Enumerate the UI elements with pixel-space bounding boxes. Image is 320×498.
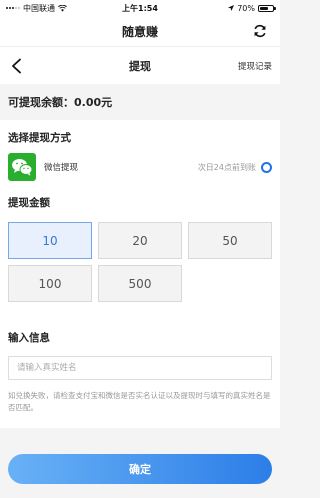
- page-title: 提现: [129, 59, 151, 73]
- battery-icon: [258, 4, 276, 12]
- wechat-method-label: 微信提现: [44, 163, 79, 173]
- amount-option[interactable]: 50: [188, 222, 272, 259]
- withdraw-form: 选择提现方式 微信提现 次日24点前到账 提现金额 10 20 50 100 5…: [0, 120, 280, 428]
- status-time: 上午1:54: [122, 3, 158, 13]
- wechat-method-option[interactable]: 微信提现 次日24点前到账: [8, 145, 272, 189]
- app-header: 随意赚: [0, 16, 280, 46]
- confirm-button[interactable]: 确定: [8, 454, 272, 484]
- arrival-note: 次日24点前到账: [197, 162, 256, 172]
- refresh-icon[interactable]: [252, 23, 268, 39]
- real-name-input[interactable]: [8, 356, 272, 380]
- amount-option[interactable]: 10: [8, 222, 92, 259]
- withdraw-records-link[interactable]: 提现记录: [238, 60, 272, 72]
- back-arrow-icon[interactable]: [10, 58, 24, 74]
- method-radio[interactable]: [261, 161, 272, 173]
- battery-fill: [260, 6, 269, 10]
- amount-option[interactable]: 100: [8, 265, 92, 302]
- amount-option[interactable]: 500: [98, 265, 182, 302]
- wechat-icon: [8, 153, 36, 181]
- method-title: 选择提现方式: [8, 132, 71, 144]
- status-bar: 中国联通 上午1:54 70%: [0, 0, 280, 16]
- amount-title: 提现金额: [8, 197, 50, 209]
- amount-option[interactable]: 20: [98, 222, 182, 259]
- info-title: 输入信息: [8, 332, 50, 344]
- failure-hint: 如兑换失败，请检查支付宝和微信是否实名认证以及提现时与填写的真实姓名是否匹配。: [8, 391, 271, 412]
- balance-label: 可提现余额：0.00元: [8, 96, 113, 109]
- amount-options: 10 20 50 100 500: [8, 210, 272, 312]
- app-title: 随意赚: [121, 24, 158, 39]
- nav-bar: 提现 提现记录: [0, 46, 280, 84]
